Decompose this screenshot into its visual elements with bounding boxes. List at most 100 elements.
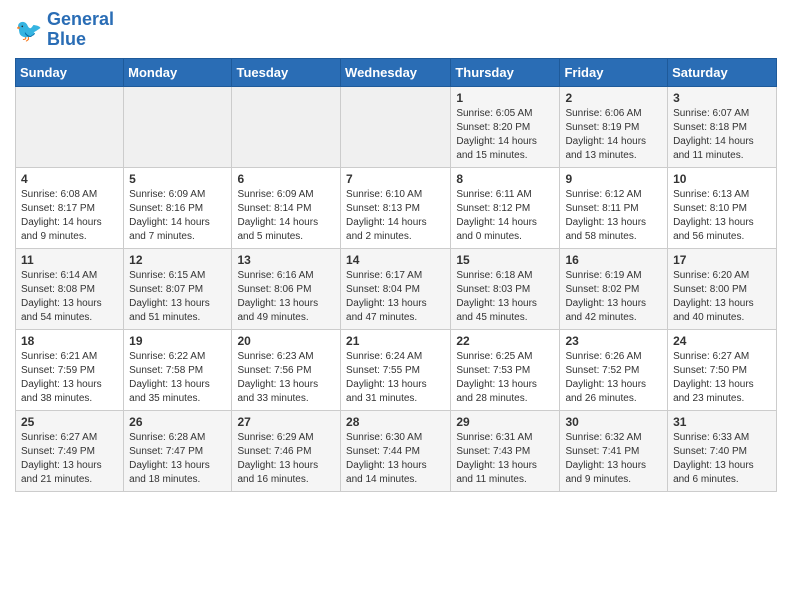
calendar-week-row: 25 Sunrise: 6:27 AM Sunset: 7:49 PM Dayli… <box>16 410 777 491</box>
day-info: Sunrise: 6:18 AM Sunset: 8:03 PM Dayligh… <box>456 269 554 325</box>
day-number: 1 <box>456 91 554 105</box>
day-info: Sunrise: 6:21 AM Sunset: 7:59 PM Dayligh… <box>21 350 118 406</box>
calendar-empty-cell <box>16 86 124 167</box>
day-number: 30 <box>565 415 662 429</box>
calendar-empty-cell <box>341 86 451 167</box>
logo: 🐦 General Blue <box>15 10 114 50</box>
day-number: 22 <box>456 334 554 348</box>
day-number: 3 <box>673 91 771 105</box>
day-number: 26 <box>129 415 226 429</box>
weekday-header-saturday: Saturday <box>668 58 777 86</box>
day-info: Sunrise: 6:31 AM Sunset: 7:43 PM Dayligh… <box>456 431 554 487</box>
calendar-day-29: 29 Sunrise: 6:31 AM Sunset: 7:43 PM Dayli… <box>451 410 560 491</box>
day-number: 29 <box>456 415 554 429</box>
calendar-day-27: 27Sunrise: 6:29 AM Sunset: 7:46 PM Dayli… <box>232 410 341 491</box>
day-number: 8 <box>456 172 554 186</box>
day-number: 4 <box>21 172 118 186</box>
calendar-day-2: 2Sunrise: 6:06 AM Sunset: 8:19 PM Daylig… <box>560 86 668 167</box>
calendar-day-9: 9 Sunrise: 6:12 AM Sunset: 8:11 PM Daylig… <box>560 167 668 248</box>
calendar-day-8: 8Sunrise: 6:11 AM Sunset: 8:12 PM Daylig… <box>451 167 560 248</box>
day-number: 27 <box>237 415 335 429</box>
day-info: Sunrise: 6:33 AM Sunset: 7:40 PM Dayligh… <box>673 431 771 487</box>
calendar-day-18: 18 Sunrise: 6:21 AM Sunset: 7:59 PM Dayli… <box>16 329 124 410</box>
calendar-day-11: 11 Sunrise: 6:14 AM Sunset: 8:08 PM Dayli… <box>16 248 124 329</box>
logo-text: General Blue <box>47 10 114 50</box>
calendar-week-row: 4 Sunrise: 6:08 AM Sunset: 8:17 PM Daylig… <box>16 167 777 248</box>
day-info: Sunrise: 6:09 AM Sunset: 8:16 PM Dayligh… <box>129 188 226 244</box>
calendar-empty-cell <box>232 86 341 167</box>
day-info: Sunrise: 6:17 AM Sunset: 8:04 PM Dayligh… <box>346 269 445 325</box>
calendar-day-23: 23 Sunrise: 6:26 AM Sunset: 7:52 PM Dayli… <box>560 329 668 410</box>
header: 🐦 General Blue <box>15 10 777 50</box>
day-number: 9 <box>565 172 662 186</box>
day-number: 31 <box>673 415 771 429</box>
calendar-day-30: 30 Sunrise: 6:32 AM Sunset: 7:41 PM Dayli… <box>560 410 668 491</box>
day-number: 17 <box>673 253 771 267</box>
calendar-day-1: 1 Sunrise: 6:05 AM Sunset: 8:20 PM Daylig… <box>451 86 560 167</box>
day-number: 14 <box>346 253 445 267</box>
day-number: 21 <box>346 334 445 348</box>
calendar-day-26: 26 Sunrise: 6:28 AM Sunset: 7:47 PM Dayli… <box>124 410 232 491</box>
day-info: Sunrise: 6:27 AM Sunset: 7:50 PM Dayligh… <box>673 350 771 406</box>
day-info: Sunrise: 6:19 AM Sunset: 8:02 PM Dayligh… <box>565 269 662 325</box>
calendar-week-row: 11 Sunrise: 6:14 AM Sunset: 8:08 PM Dayli… <box>16 248 777 329</box>
calendar-day-12: 12 Sunrise: 6:15 AM Sunset: 8:07 PM Dayli… <box>124 248 232 329</box>
calendar-day-3: 3 Sunrise: 6:07 AM Sunset: 8:18 PM Daylig… <box>668 86 777 167</box>
day-info: Sunrise: 6:16 AM Sunset: 8:06 PM Dayligh… <box>237 269 335 325</box>
day-number: 15 <box>456 253 554 267</box>
calendar-day-16: 16 Sunrise: 6:19 AM Sunset: 8:02 PM Dayli… <box>560 248 668 329</box>
day-number: 23 <box>565 334 662 348</box>
day-info: Sunrise: 6:23 AM Sunset: 7:56 PM Dayligh… <box>237 350 335 406</box>
calendar-day-4: 4 Sunrise: 6:08 AM Sunset: 8:17 PM Daylig… <box>16 167 124 248</box>
day-info: Sunrise: 6:12 AM Sunset: 8:11 PM Dayligh… <box>565 188 662 244</box>
calendar-day-28: 28 Sunrise: 6:30 AM Sunset: 7:44 PM Dayli… <box>341 410 451 491</box>
day-info: Sunrise: 6:30 AM Sunset: 7:44 PM Dayligh… <box>346 431 445 487</box>
day-info: Sunrise: 6:15 AM Sunset: 8:07 PM Dayligh… <box>129 269 226 325</box>
calendar-day-15: 15 Sunrise: 6:18 AM Sunset: 8:03 PM Dayli… <box>451 248 560 329</box>
day-info: Sunrise: 6:09 AM Sunset: 8:14 PM Dayligh… <box>237 188 335 244</box>
calendar-day-7: 7 Sunrise: 6:10 AM Sunset: 8:13 PM Daylig… <box>341 167 451 248</box>
weekday-header-tuesday: Tuesday <box>232 58 341 86</box>
day-info: Sunrise: 6:06 AM Sunset: 8:19 PM Dayligh… <box>565 107 662 163</box>
calendar-day-17: 17 Sunrise: 6:20 AM Sunset: 8:00 PM Dayli… <box>668 248 777 329</box>
calendar-day-6: 6 Sunrise: 6:09 AM Sunset: 8:14 PM Daylig… <box>232 167 341 248</box>
day-info: Sunrise: 6:20 AM Sunset: 8:00 PM Dayligh… <box>673 269 771 325</box>
calendar-day-10: 10 Sunrise: 6:13 AM Sunset: 8:10 PM Dayli… <box>668 167 777 248</box>
calendar-day-22: 22 Sunrise: 6:25 AM Sunset: 7:53 PM Dayli… <box>451 329 560 410</box>
day-info: Sunrise: 6:07 AM Sunset: 8:18 PM Dayligh… <box>673 107 771 163</box>
calendar-day-19: 19 Sunrise: 6:22 AM Sunset: 7:58 PM Dayli… <box>124 329 232 410</box>
day-number: 11 <box>21 253 118 267</box>
day-info: Sunrise: 6:10 AM Sunset: 8:13 PM Dayligh… <box>346 188 445 244</box>
day-info: Sunrise: 6:26 AM Sunset: 7:52 PM Dayligh… <box>565 350 662 406</box>
day-number: 25 <box>21 415 118 429</box>
day-number: 18 <box>21 334 118 348</box>
calendar-day-31: 31 Sunrise: 6:33 AM Sunset: 7:40 PM Dayli… <box>668 410 777 491</box>
day-info: Sunrise: 6:25 AM Sunset: 7:53 PM Dayligh… <box>456 350 554 406</box>
weekday-header-sunday: Sunday <box>16 58 124 86</box>
day-info: Sunrise: 6:05 AM Sunset: 8:20 PM Dayligh… <box>456 107 554 163</box>
day-info: Sunrise: 6:22 AM Sunset: 7:58 PM Dayligh… <box>129 350 226 406</box>
calendar-table: SundayMondayTuesdayWednesdayThursdayFrid… <box>15 58 777 492</box>
calendar-week-row: 1 Sunrise: 6:05 AM Sunset: 8:20 PM Daylig… <box>16 86 777 167</box>
day-number: 13 <box>237 253 335 267</box>
logo-icon: 🐦 <box>15 16 43 44</box>
weekday-header-row: SundayMondayTuesdayWednesdayThursdayFrid… <box>16 58 777 86</box>
calendar-empty-cell <box>124 86 232 167</box>
day-info: Sunrise: 6:27 AM Sunset: 7:49 PM Dayligh… <box>21 431 118 487</box>
calendar-day-21: 21Sunrise: 6:24 AM Sunset: 7:55 PM Dayli… <box>341 329 451 410</box>
day-number: 16 <box>565 253 662 267</box>
day-number: 28 <box>346 415 445 429</box>
day-number: 7 <box>346 172 445 186</box>
day-number: 19 <box>129 334 226 348</box>
day-number: 10 <box>673 172 771 186</box>
day-number: 12 <box>129 253 226 267</box>
day-info: Sunrise: 6:13 AM Sunset: 8:10 PM Dayligh… <box>673 188 771 244</box>
day-info: Sunrise: 6:28 AM Sunset: 7:47 PM Dayligh… <box>129 431 226 487</box>
day-info: Sunrise: 6:32 AM Sunset: 7:41 PM Dayligh… <box>565 431 662 487</box>
day-info: Sunrise: 6:14 AM Sunset: 8:08 PM Dayligh… <box>21 269 118 325</box>
calendar-day-5: 5Sunrise: 6:09 AM Sunset: 8:16 PM Daylig… <box>124 167 232 248</box>
day-info: Sunrise: 6:08 AM Sunset: 8:17 PM Dayligh… <box>21 188 118 244</box>
day-number: 6 <box>237 172 335 186</box>
svg-text:🐦: 🐦 <box>15 18 42 43</box>
weekday-header-wednesday: Wednesday <box>341 58 451 86</box>
